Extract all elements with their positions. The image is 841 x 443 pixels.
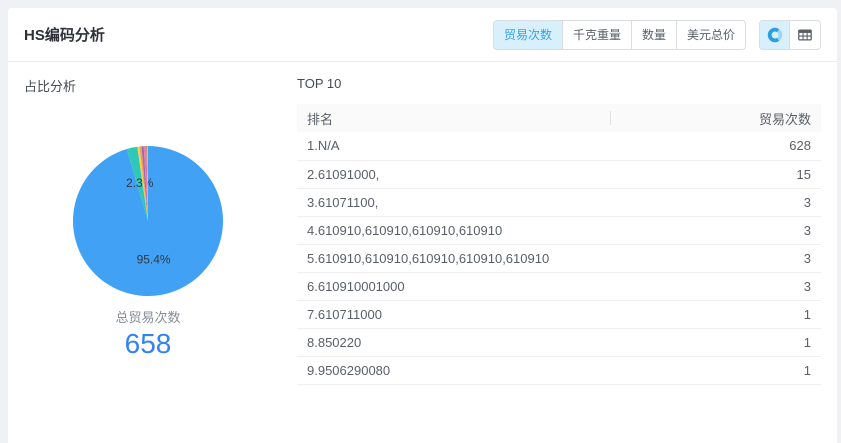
chart-view-toggle[interactable] <box>760 21 790 49</box>
count-cell: 628 <box>611 132 821 160</box>
page-title: HS编码分析 <box>24 24 105 45</box>
count-cell: 3 <box>611 216 821 244</box>
tab-quantity[interactable]: 数量 <box>632 21 677 49</box>
count-cell: 3 <box>611 244 821 272</box>
view-toggle-group <box>759 20 821 50</box>
count-cell: 1 <box>611 356 821 384</box>
table-row: 8.8502201 <box>297 328 821 356</box>
total-trade-caption: 总贸易次数 <box>115 307 180 326</box>
share-analysis-section: 占比分析 95.4% 2.3% 总贸易次数 658 <box>8 62 288 385</box>
table-header-row: 排名 贸易次数 <box>297 104 821 132</box>
top10-table-body: 1.N/A6282.61091000,153.61071100,34.61091… <box>297 132 821 384</box>
tab-usd-total[interactable]: 美元总价 <box>677 21 745 49</box>
pie-percent-label: 95.4% <box>137 253 171 267</box>
count-cell: 1 <box>611 300 821 328</box>
count-column-header: 贸易次数 <box>611 104 821 132</box>
table-view-toggle[interactable] <box>790 21 820 49</box>
rank-cell: 8.850220 <box>297 328 611 356</box>
table-row: 4.610910,610910,610910,6109103 <box>297 216 821 244</box>
rank-cell: 6.610910001000 <box>297 272 611 300</box>
top10-section: TOP 10 排名 贸易次数 1.N/A6282.61091000,153.61… <box>288 62 837 385</box>
panel-content: 占比分析 95.4% 2.3% 总贸易次数 658 TOP 10 排名 贸易次数 … <box>8 62 837 385</box>
table-icon <box>797 27 813 43</box>
rank-cell: 2.61091000, <box>297 160 611 188</box>
hs-code-analysis-panel: HS编码分析 贸易次数 千克重量 数量 美元总价 <box>8 8 837 443</box>
rank-column-header: 排名 <box>297 104 611 132</box>
rank-cell: 1.N/A <box>297 132 611 160</box>
pie-percent-label: 2.3% <box>126 176 154 190</box>
table-row: 5.610910,610910,610910,610910,6109103 <box>297 244 821 272</box>
table-row: 2.61091000,15 <box>297 160 821 188</box>
share-analysis-title: 占比分析 <box>24 76 288 95</box>
rank-cell: 5.610910,610910,610910,610910,610910 <box>297 244 611 272</box>
pie-chart-icon <box>767 27 783 43</box>
count-cell: 1 <box>611 328 821 356</box>
table-row: 9.95062900801 <box>297 356 821 384</box>
tab-kg-weight[interactable]: 千克重量 <box>563 21 632 49</box>
rank-cell: 9.9506290080 <box>297 356 611 384</box>
table-row: 3.61071100,3 <box>297 188 821 216</box>
metric-tab-group: 贸易次数 千克重量 数量 美元总价 <box>493 20 746 50</box>
pie-chart: 95.4% 2.3% <box>63 136 233 306</box>
top10-title: TOP 10 <box>297 76 821 91</box>
count-cell: 3 <box>611 272 821 300</box>
total-trade-value: 658 <box>125 328 172 360</box>
top10-table: 排名 贸易次数 1.N/A6282.61091000,153.61071100,… <box>297 104 821 385</box>
tab-trade-count[interactable]: 贸易次数 <box>494 21 563 49</box>
table-row: 1.N/A628 <box>297 132 821 160</box>
count-cell: 15 <box>611 160 821 188</box>
table-row: 6.6109100010003 <box>297 272 821 300</box>
rank-cell: 7.610711000 <box>297 300 611 328</box>
rank-cell: 4.610910,610910,610910,610910 <box>297 216 611 244</box>
panel-header: HS编码分析 贸易次数 千克重量 数量 美元总价 <box>8 8 837 62</box>
count-cell: 3 <box>611 188 821 216</box>
header-controls: 贸易次数 千克重量 数量 美元总价 <box>493 20 821 50</box>
pie-chart-area: 95.4% 2.3% 总贸易次数 658 <box>8 95 288 360</box>
rank-cell: 3.61071100, <box>297 188 611 216</box>
table-row: 7.6107110001 <box>297 300 821 328</box>
pie-slice[interactable] <box>73 146 223 296</box>
